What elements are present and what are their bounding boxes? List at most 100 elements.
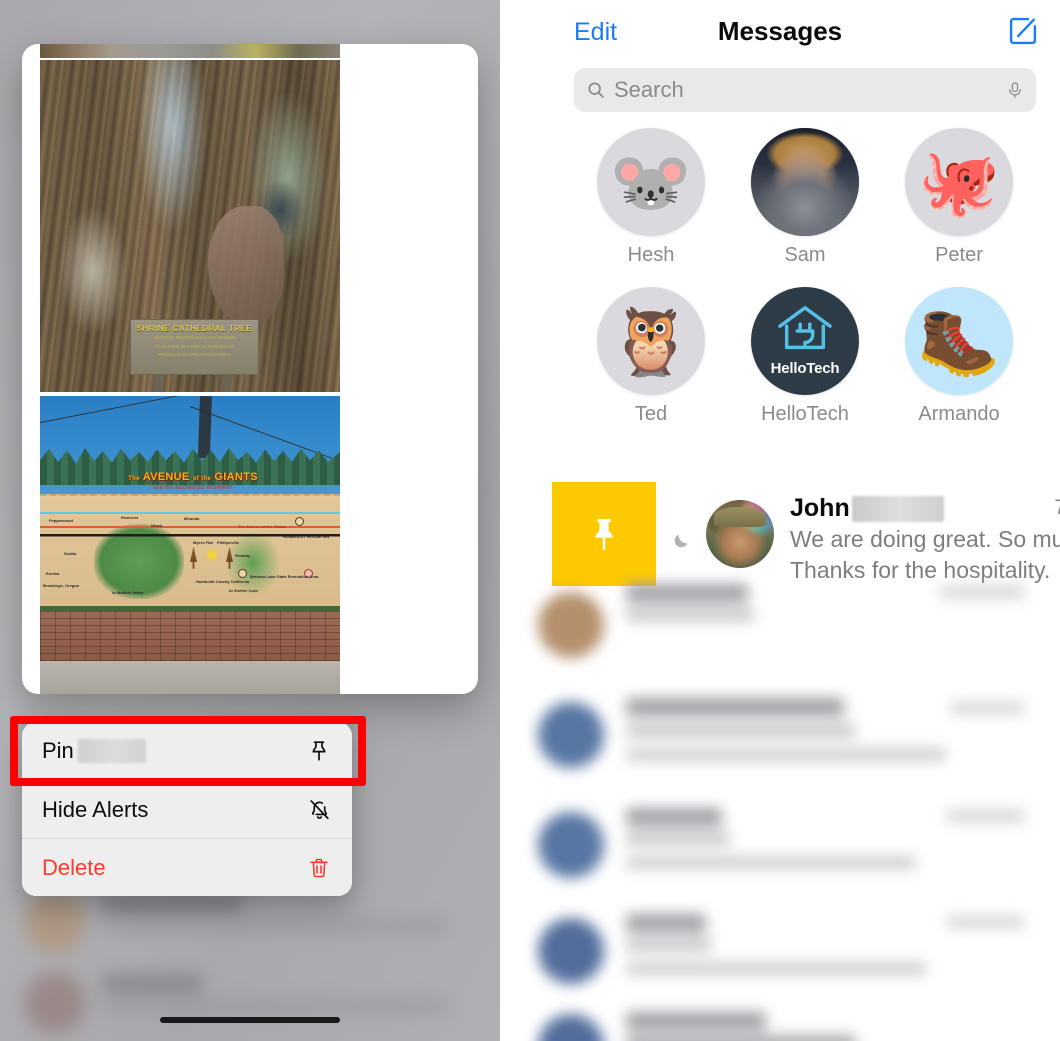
painted-map: Pepperwood Redcrest Weott Miranda Myers … — [40, 494, 340, 611]
map-highway — [40, 526, 340, 529]
avatar-hat-detail — [714, 506, 766, 528]
background-text — [102, 896, 242, 911]
avatar — [538, 592, 604, 658]
message-preview-line: Thanks for the hospitality. — [790, 556, 1051, 583]
context-menu[interactable]: Pin Hide Alerts Delete — [22, 722, 352, 896]
microphone-icon[interactable] — [1006, 79, 1024, 101]
list-item[interactable] — [530, 798, 1050, 902]
conversation-text: John We are doing great. So much tra Tha… — [790, 494, 1060, 585]
message-preview-card: SHRINE CATHEDRAL TREE SEVERAL REDWOODS H… — [22, 44, 478, 694]
map-label: to Shelter Cove — [229, 587, 259, 593]
map-label: Redcrest — [121, 514, 139, 520]
context-menu-item-label-wrap: Delete — [42, 855, 106, 881]
background-list-item — [18, 960, 488, 1041]
sender-name — [626, 698, 844, 716]
map-label: Eureka — [46, 570, 60, 576]
map-badge-icon — [295, 516, 304, 526]
blurred-conversation-list — [500, 582, 1060, 1041]
hellotech-house-plug-icon — [774, 303, 836, 362]
mural-title-the: The — [128, 475, 140, 482]
trash-icon — [306, 855, 332, 881]
photo-detail — [208, 206, 284, 327]
timestamp — [940, 586, 1026, 598]
compose-icon[interactable] — [1006, 14, 1040, 48]
map-label: Pepperwood — [49, 518, 74, 524]
mural-title-giants: GIANTS — [214, 470, 258, 483]
sidewalk — [40, 661, 340, 694]
map-label: Brookings, Oregon — [43, 583, 80, 589]
avatar — [538, 812, 604, 878]
list-item[interactable] — [530, 686, 1050, 798]
map-label: Humboldt County California — [196, 578, 250, 584]
map-sun-icon — [205, 547, 219, 562]
mural-title-avenue: AVENUE — [142, 470, 190, 483]
mural-title: The AVENUE of the GIANTS and the REDWOOD… — [94, 471, 292, 491]
list-item[interactable] — [530, 902, 1050, 1006]
contact-armando[interactable]: 🥾 Armando — [882, 287, 1036, 426]
avatar — [24, 892, 86, 954]
contact-hesh[interactable]: 🐭 Hesh — [574, 128, 728, 267]
delete-label: Delete — [42, 854, 106, 880]
list-item[interactable] — [530, 1006, 1050, 1041]
message-preview-line — [626, 938, 712, 951]
conversation-row-john[interactable]: John We are doing great. So much tra Tha… — [500, 482, 1060, 592]
search-placeholder: Search — [614, 77, 684, 102]
sender-name: John — [790, 494, 850, 522]
avatar: 🦉 — [597, 287, 705, 395]
bell-slash-icon — [306, 797, 332, 823]
navigation-bar: Edit Messages — [500, 0, 1060, 62]
background-text — [102, 1000, 448, 1012]
contact-hellotech[interactable]: HelloTech HelloTech — [728, 287, 882, 426]
contact-sam[interactable]: Sam — [728, 128, 882, 267]
pushpin-icon — [595, 518, 613, 550]
context-menu-item-label-wrap: Hide Alerts — [42, 797, 148, 823]
pinned-contacts-grid: 🐭 Hesh Sam 🐙 Peter 🦉 Ted HelloTech Hello… — [574, 128, 1036, 426]
list-item[interactable] — [530, 582, 1050, 686]
search-input[interactable]: Search — [574, 68, 1036, 112]
sign-body-line: TOGETHER IN A CIRCLE FORMED TO — [154, 343, 235, 349]
redwood-tree-photo: SHRINE CATHEDRAL TREE SEVERAL REDWOODS H… — [40, 60, 340, 392]
map-label: HUMBOLDT HOUSE INN — [283, 534, 330, 540]
avatar: 🐭 — [597, 128, 705, 236]
mural-subtitle: and the REDWOOD HIGHWAY — [153, 484, 233, 491]
memoji-octopus-icon: 🐙 — [917, 145, 1001, 219]
shrine-cathedral-tree-sign: SHRINE CATHEDRAL TREE SEVERAL REDWOODS H… — [130, 318, 259, 376]
sender-name-row: John — [790, 494, 1060, 523]
map-label: The Avenue of the Giants — [238, 523, 286, 529]
message-preview-line — [626, 608, 754, 621]
redacted-last-name — [851, 495, 944, 522]
contact-name: Sam — [784, 244, 826, 266]
map-label: Redway — [235, 553, 251, 559]
sign-body-line: PRODUCE AN ORGAN OR FAMILY — [158, 352, 231, 358]
avatar — [538, 702, 604, 768]
context-menu-item-hide-alerts[interactable]: Hide Alerts — [22, 780, 352, 838]
map-label: to Mattole Valley — [112, 589, 144, 595]
map-label: Miranda — [184, 515, 200, 521]
contact-ted[interactable]: 🦉 Ted — [574, 287, 728, 426]
pin-label: Pin — [42, 738, 74, 763]
context-menu-item-delete[interactable]: Delete — [22, 838, 352, 896]
contact-name: Armando — [918, 403, 1000, 425]
hide-alerts-label: Hide Alerts — [42, 796, 149, 822]
map-label: Phillipsville — [217, 539, 240, 545]
context-menu-item-label-wrap: Pin — [42, 738, 146, 764]
map-river — [40, 512, 340, 514]
sender-name — [626, 1012, 766, 1030]
contact-peter[interactable]: 🐙 Peter — [882, 128, 1036, 267]
contact-name: HelloTech — [761, 403, 849, 425]
message-preview-line — [626, 724, 856, 737]
map-label: Benbow Lake State Recreation Area — [250, 573, 319, 579]
avatar — [538, 1014, 604, 1041]
timestamp: 7 — [1054, 496, 1060, 520]
context-menu-item-pin[interactable]: Pin — [22, 722, 352, 780]
timestamp — [946, 916, 1024, 928]
message-preview-line — [626, 856, 916, 869]
left-panel-context-menu-state: SHRINE CATHEDRAL TREE SEVERAL REDWOODS H… — [0, 0, 500, 1041]
search-icon — [586, 80, 606, 100]
mural-title-ofthe: of the — [192, 475, 212, 482]
message-preview-line — [626, 832, 730, 845]
swipe-action-pin-button[interactable] — [552, 482, 656, 586]
hellotech-logo-label: HelloTech — [770, 360, 840, 377]
avatar — [538, 918, 604, 984]
map-tree-icon — [190, 546, 197, 569]
